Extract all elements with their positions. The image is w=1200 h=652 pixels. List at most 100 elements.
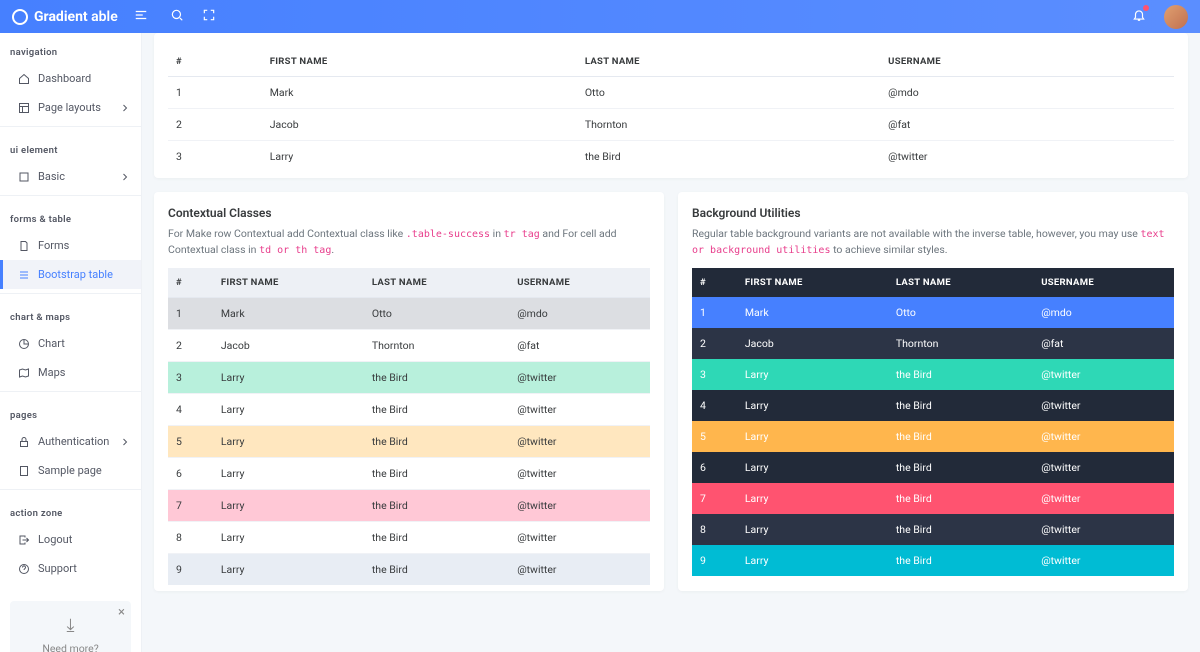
table-row[interactable]: 3Larrythe Bird@twitter xyxy=(692,359,1174,390)
bell-icon[interactable] xyxy=(1132,8,1146,25)
sidebar-item-logout[interactable]: Logout xyxy=(0,525,141,554)
cell: the Bird xyxy=(364,458,509,490)
table-row[interactable]: 6Larrythe Bird@twitter xyxy=(692,452,1174,483)
table-row[interactable]: 9Larrythe Bird@twitter xyxy=(168,554,650,586)
table-row[interactable]: 8Larrythe Bird@twitter xyxy=(692,514,1174,545)
cell: @twitter xyxy=(1033,545,1174,576)
brand-suffix: able xyxy=(91,9,118,25)
cell: Larry xyxy=(213,522,364,554)
col-header: USERNAME xyxy=(1033,268,1174,297)
sidebar-item-authentication[interactable]: Authentication xyxy=(0,427,141,456)
cell: Larry xyxy=(213,394,364,426)
sidebar-item-support[interactable]: Support xyxy=(0,554,141,583)
table-row[interactable]: 6Larrythe Bird@twitter xyxy=(168,458,650,490)
cell: 6 xyxy=(692,452,737,483)
table-row[interactable]: 2JacobThornton@fat xyxy=(168,109,1174,141)
table-row[interactable]: 4Larrythe Bird@twitter xyxy=(168,394,650,426)
cell: 1 xyxy=(692,297,737,328)
promo-card: ×⤓Need more?Gradient PRO xyxy=(10,601,131,652)
hover-table: #FIRST NAMELAST NAMEUSERNAME 1MarkOtto@m… xyxy=(168,47,1174,172)
cell: the Bird xyxy=(364,362,509,394)
cell: the Bird xyxy=(888,545,1033,576)
sidebar-item-label: Bootstrap table xyxy=(38,268,113,281)
cell: Larry xyxy=(737,483,888,514)
map-icon xyxy=(18,367,30,379)
table-row[interactable]: 1MarkOtto@mdo xyxy=(168,298,650,330)
cell: Jacob xyxy=(262,109,577,141)
sidebar-item-label: Dashboard xyxy=(38,72,91,85)
col-header: LAST NAME xyxy=(888,268,1033,297)
cell: 9 xyxy=(692,545,737,576)
cell: @fat xyxy=(880,109,1174,141)
menu-toggle-icon[interactable] xyxy=(134,8,148,25)
cell: Larry xyxy=(262,141,577,173)
cell: Thornton xyxy=(577,109,880,141)
cell: Thornton xyxy=(888,328,1033,359)
close-icon[interactable]: × xyxy=(118,605,125,620)
fullscreen-icon[interactable] xyxy=(202,8,216,25)
sidebar-item-sample-page[interactable]: Sample page xyxy=(0,456,141,485)
sidebar-item-label: Logout xyxy=(38,533,72,546)
sidebar-item-label: Page layouts xyxy=(38,101,101,114)
cell: Mark xyxy=(737,297,888,328)
col-header: USERNAME xyxy=(509,268,650,298)
cell: @twitter xyxy=(509,522,650,554)
nav-caption: pages xyxy=(0,396,141,427)
cell: Mark xyxy=(213,298,364,330)
cell: @twitter xyxy=(1033,514,1174,545)
contextual-title: Contextual Classes xyxy=(168,206,650,220)
cell: the Bird xyxy=(888,359,1033,390)
sidebar-item-chart[interactable]: Chart xyxy=(0,329,141,358)
search-icon[interactable] xyxy=(170,8,184,25)
table-row[interactable]: 7Larrythe Bird@twitter xyxy=(168,490,650,522)
avatar[interactable] xyxy=(1164,5,1188,29)
cell: Larry xyxy=(737,421,888,452)
table-row[interactable]: 5Larrythe Bird@twitter xyxy=(168,426,650,458)
cell: Otto xyxy=(888,297,1033,328)
cell: Larry xyxy=(737,390,888,421)
table-row[interactable]: 4Larrythe Bird@twitter xyxy=(692,390,1174,421)
table-row[interactable]: 3Larrythe Bird@twitter xyxy=(168,362,650,394)
sidebar-item-label: Support xyxy=(38,562,77,575)
sidebar-item-bootstrap-table[interactable]: Bootstrap table xyxy=(0,260,141,289)
cell: the Bird xyxy=(888,390,1033,421)
table-row[interactable]: 2JacobThornton@fat xyxy=(692,328,1174,359)
cell: Larry xyxy=(213,458,364,490)
table-row[interactable]: 9Larrythe Bird@twitter xyxy=(692,545,1174,576)
cell: 2 xyxy=(168,330,213,362)
cell: Otto xyxy=(364,298,509,330)
pie-icon xyxy=(18,338,30,350)
table-row[interactable]: 2JacobThornton@fat xyxy=(168,330,650,362)
table-row[interactable]: 7Larrythe Bird@twitter xyxy=(692,483,1174,514)
table-row[interactable]: 3Larrythe Bird@twitter xyxy=(168,141,1174,173)
nav-caption: action zone xyxy=(0,494,141,525)
cell: Jacob xyxy=(213,330,364,362)
table-row[interactable]: 8Larrythe Bird@twitter xyxy=(168,522,650,554)
logo[interactable]: Gradient able xyxy=(12,9,118,25)
brand-name: Gradient xyxy=(34,9,88,25)
sidebar-item-basic[interactable]: Basic xyxy=(0,162,141,191)
box-icon xyxy=(18,171,30,183)
sidebar-item-maps[interactable]: Maps xyxy=(0,358,141,387)
cell: @twitter xyxy=(1033,421,1174,452)
file-icon xyxy=(18,240,30,252)
table-row[interactable]: 1MarkOtto@mdo xyxy=(692,297,1174,328)
cell: Larry xyxy=(737,452,888,483)
sidebar-item-forms[interactable]: Forms xyxy=(0,231,141,260)
col-header: USERNAME xyxy=(880,47,1174,77)
cell: @mdo xyxy=(1033,297,1174,328)
table-row[interactable]: 1MarkOtto@mdo xyxy=(168,77,1174,109)
sidebar-item-dashboard[interactable]: Dashboard xyxy=(0,64,141,93)
col-header: FIRST NAME xyxy=(213,268,364,298)
sidebar-item-label: Basic xyxy=(38,170,65,183)
sidebar-item-page-layouts[interactable]: Page layouts xyxy=(0,93,141,122)
home-icon xyxy=(18,73,30,85)
cell: Larry xyxy=(213,490,364,522)
cell: @twitter xyxy=(509,426,650,458)
cell: @twitter xyxy=(1033,483,1174,514)
sidebar-item-label: Chart xyxy=(38,337,65,350)
cell: 1 xyxy=(168,77,262,109)
cell: 6 xyxy=(168,458,213,490)
cell: @twitter xyxy=(1033,359,1174,390)
table-row[interactable]: 5Larrythe Bird@twitter xyxy=(692,421,1174,452)
